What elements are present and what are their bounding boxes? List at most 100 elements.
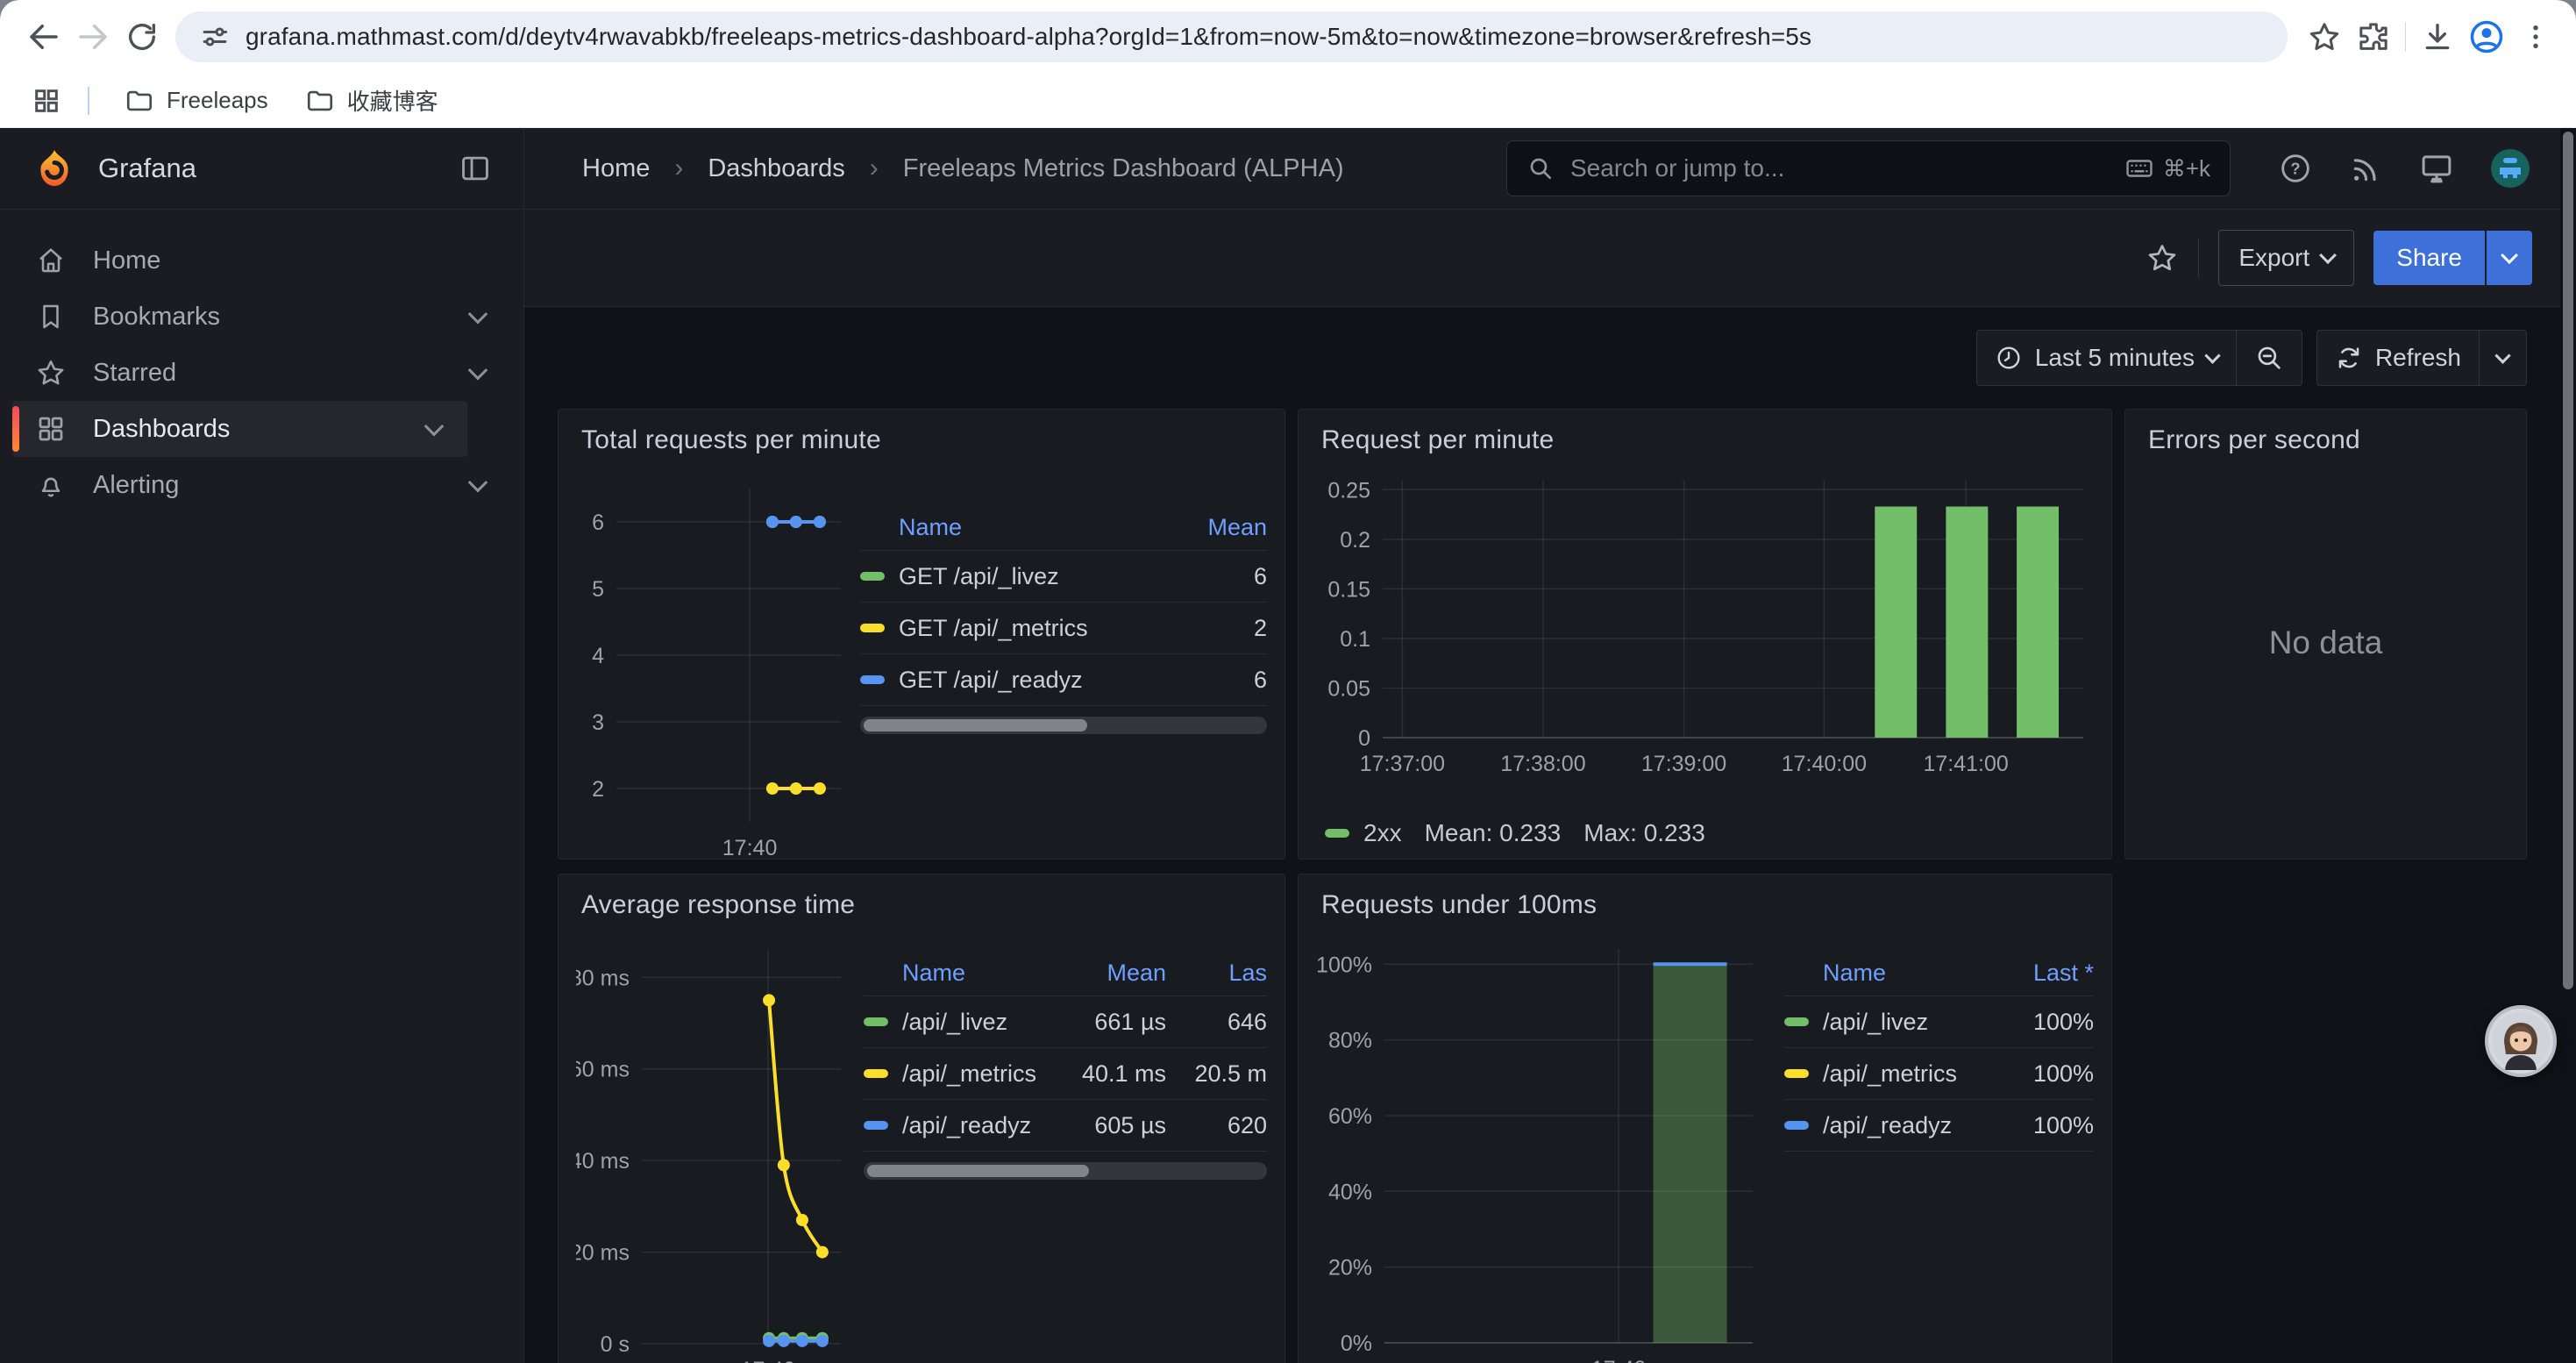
apps-grid-button[interactable] bbox=[26, 81, 67, 121]
chevron-down-icon[interactable] bbox=[468, 473, 488, 493]
sidebar-item-starred[interactable]: Starred bbox=[0, 345, 523, 401]
chevron-down-icon[interactable] bbox=[424, 417, 445, 437]
bookmark-folder-blogs[interactable]: 收藏博客 bbox=[291, 81, 452, 121]
legend-horizontal-scrollbar[interactable] bbox=[864, 1162, 1267, 1180]
series-name[interactable]: 2xx bbox=[1363, 819, 1402, 847]
series-color-pill bbox=[860, 675, 885, 684]
legend-row[interactable]: /api/_readyz 605 µs 620 bbox=[864, 1100, 1267, 1152]
svg-text:17:40: 17:40 bbox=[741, 1358, 796, 1363]
line-chart[interactable]: 0 s20 ms40 ms60 ms80 ms17:40 bbox=[576, 938, 848, 1363]
refresh-label: Refresh bbox=[2375, 344, 2461, 372]
search-box[interactable]: ⌘+k bbox=[1506, 140, 2231, 196]
svg-text:?: ? bbox=[2290, 160, 2300, 178]
url-bar[interactable]: grafana.mathmast.com/d/deytv4rwavabkb/fr… bbox=[175, 11, 2288, 62]
grafana-header: Home › Dashboards › Freeleaps Metrics Da… bbox=[524, 128, 2576, 210]
chart-area[interactable]: 0 s20 ms40 ms60 ms80 ms17:40 bbox=[576, 938, 848, 1363]
search-input[interactable] bbox=[1569, 153, 2110, 183]
panel-errors-per-second[interactable]: Errors per second No data bbox=[2124, 409, 2527, 860]
chart-area[interactable]: 2345617:40 bbox=[576, 475, 848, 865]
browser-menu-button[interactable] bbox=[2511, 12, 2560, 61]
user-avatar[interactable] bbox=[2490, 148, 2530, 189]
bar-chart[interactable]: 0%20%40%60%80%100%17:40 bbox=[1316, 938, 1763, 1363]
panel-title[interactable]: Requests under 100ms bbox=[1321, 890, 2094, 927]
legend-row[interactable]: GET /api/_metrics 2 bbox=[860, 603, 1267, 654]
refresh-button[interactable]: Refresh bbox=[2317, 331, 2479, 385]
assistant-avatar[interactable] bbox=[2485, 1005, 2557, 1077]
svg-text:17:37:00: 17:37:00 bbox=[1360, 752, 1445, 776]
legend-header-name[interactable]: Name bbox=[860, 514, 1171, 541]
panel-title[interactable]: Errors per second bbox=[2148, 425, 2508, 462]
scrollbar-thumb[interactable] bbox=[867, 1165, 1089, 1177]
site-settings-icon[interactable] bbox=[198, 20, 231, 54]
profile-button[interactable] bbox=[2462, 12, 2511, 61]
share-menu-button[interactable] bbox=[2487, 231, 2532, 285]
help-icon[interactable]: ? bbox=[2278, 151, 2313, 186]
legend-row[interactable]: /api/_livez 100% bbox=[1784, 996, 2094, 1048]
zoom-out-button[interactable] bbox=[2236, 331, 2302, 385]
chevron-down-icon[interactable] bbox=[468, 304, 488, 325]
sidebar-item-dashboards[interactable]: Dashboards bbox=[12, 401, 467, 457]
sidebar-item-bookmarks[interactable]: Bookmarks bbox=[0, 289, 523, 345]
grafana-logo[interactable] bbox=[33, 147, 75, 189]
legend-row[interactable]: /api/_livez 661 µs 646 bbox=[864, 996, 1267, 1048]
panel-total-requests-per-minute[interactable]: Total requests per minute 2345617:40 Nam… bbox=[558, 409, 1285, 860]
legend-row[interactable]: GET /api/_readyz 6 bbox=[860, 654, 1267, 706]
line-chart[interactable]: 2345617:40 bbox=[576, 475, 848, 860]
legend-header-mean[interactable]: Mean bbox=[1171, 514, 1267, 541]
legend-row[interactable]: /api/_readyz 100% bbox=[1784, 1100, 2094, 1152]
share-button[interactable]: Share bbox=[2373, 231, 2485, 285]
refresh-interval-button[interactable] bbox=[2479, 331, 2526, 385]
legend-header-mean[interactable]: Mean bbox=[1035, 960, 1166, 987]
legend-row[interactable]: /api/_metrics 40.1 ms 20.5 m bbox=[864, 1048, 1267, 1100]
panel-title[interactable]: Average response time bbox=[581, 890, 1267, 927]
panel-title[interactable]: Request per minute bbox=[1321, 425, 2094, 462]
panel-average-response-time[interactable]: Average response time 0 s20 ms40 ms60 ms… bbox=[558, 874, 1285, 1363]
sidebar-item-alerting[interactable]: Alerting bbox=[0, 457, 523, 513]
favorite-dashboard-star-icon[interactable] bbox=[2145, 241, 2179, 275]
legend-header-last[interactable]: Las bbox=[1166, 960, 1267, 987]
chevron-down-icon[interactable] bbox=[468, 360, 488, 381]
sidebar-item-home[interactable]: Home bbox=[0, 232, 523, 289]
bookmarks-divider bbox=[88, 87, 89, 115]
downloads-button[interactable] bbox=[2413, 12, 2462, 61]
panel-request-per-minute[interactable]: Request per minute 00.050.10.150.20.2517… bbox=[1298, 409, 2112, 860]
news-rss-icon[interactable] bbox=[2348, 151, 2383, 186]
breadcrumb-home[interactable]: Home bbox=[582, 154, 650, 183]
monitor-icon[interactable] bbox=[2418, 150, 2455, 187]
export-button[interactable]: Export bbox=[2218, 230, 2354, 286]
svg-text:100%: 100% bbox=[1316, 953, 1372, 977]
chart-legend[interactable]: 2xx Mean: 0.233 Max: 0.233 bbox=[1325, 816, 2094, 851]
dock-menu-toggle[interactable] bbox=[459, 152, 492, 185]
panel-title[interactable]: Total requests per minute bbox=[581, 425, 1267, 462]
breadcrumb-dashboards[interactable]: Dashboards bbox=[708, 154, 844, 183]
breadcrumb-current: Freeleaps Metrics Dashboard (ALPHA) bbox=[903, 154, 1344, 183]
panel-requests-under-100ms[interactable]: Requests under 100ms 0%20%40%60%80%100%1… bbox=[1298, 874, 2112, 1363]
legend-horizontal-scrollbar[interactable] bbox=[860, 717, 1267, 734]
svg-text:0.25: 0.25 bbox=[1327, 478, 1370, 503]
scrollbar-thumb[interactable] bbox=[2563, 132, 2573, 989]
legend-header: Name Mean bbox=[860, 504, 1267, 551]
refresh-group: Refresh bbox=[2316, 330, 2527, 386]
star-icon bbox=[35, 357, 67, 389]
bar-chart[interactable]: 00.050.10.150.20.2517:37:0017:38:0017:39… bbox=[1316, 462, 2096, 796]
page-scrollbar[interactable] bbox=[2560, 128, 2576, 1363]
legend-header-last[interactable]: Last * bbox=[1971, 960, 2094, 987]
bookmark-folder-freeleaps[interactable]: Freeleaps bbox=[110, 81, 282, 121]
bookmark-page-button[interactable] bbox=[2300, 12, 2349, 61]
toolbar-divider bbox=[2405, 22, 2406, 52]
time-range-picker[interactable]: Last 5 minutes bbox=[1977, 331, 2236, 385]
legend-row[interactable]: /api/_metrics 100% bbox=[1784, 1048, 2094, 1100]
legend-row[interactable]: GET /api/_livez 6 bbox=[860, 551, 1267, 603]
chart-area[interactable]: 0%20%40%60%80%100%17:40 bbox=[1316, 938, 1763, 1363]
extensions-button[interactable] bbox=[2349, 12, 2398, 61]
profile-avatar-icon bbox=[2467, 18, 2506, 56]
legend-header-name[interactable]: Name bbox=[864, 960, 1035, 987]
legend-header-name[interactable]: Name bbox=[1784, 960, 1971, 987]
legend-mean: Mean: 0.233 bbox=[1425, 819, 1562, 847]
star-icon bbox=[2307, 19, 2342, 54]
forward-button[interactable] bbox=[68, 12, 117, 61]
scrollbar-thumb[interactable] bbox=[864, 719, 1087, 731]
back-button[interactable] bbox=[19, 12, 68, 61]
legend-header: Name Mean Las bbox=[864, 950, 1267, 996]
reload-button[interactable] bbox=[117, 12, 167, 61]
